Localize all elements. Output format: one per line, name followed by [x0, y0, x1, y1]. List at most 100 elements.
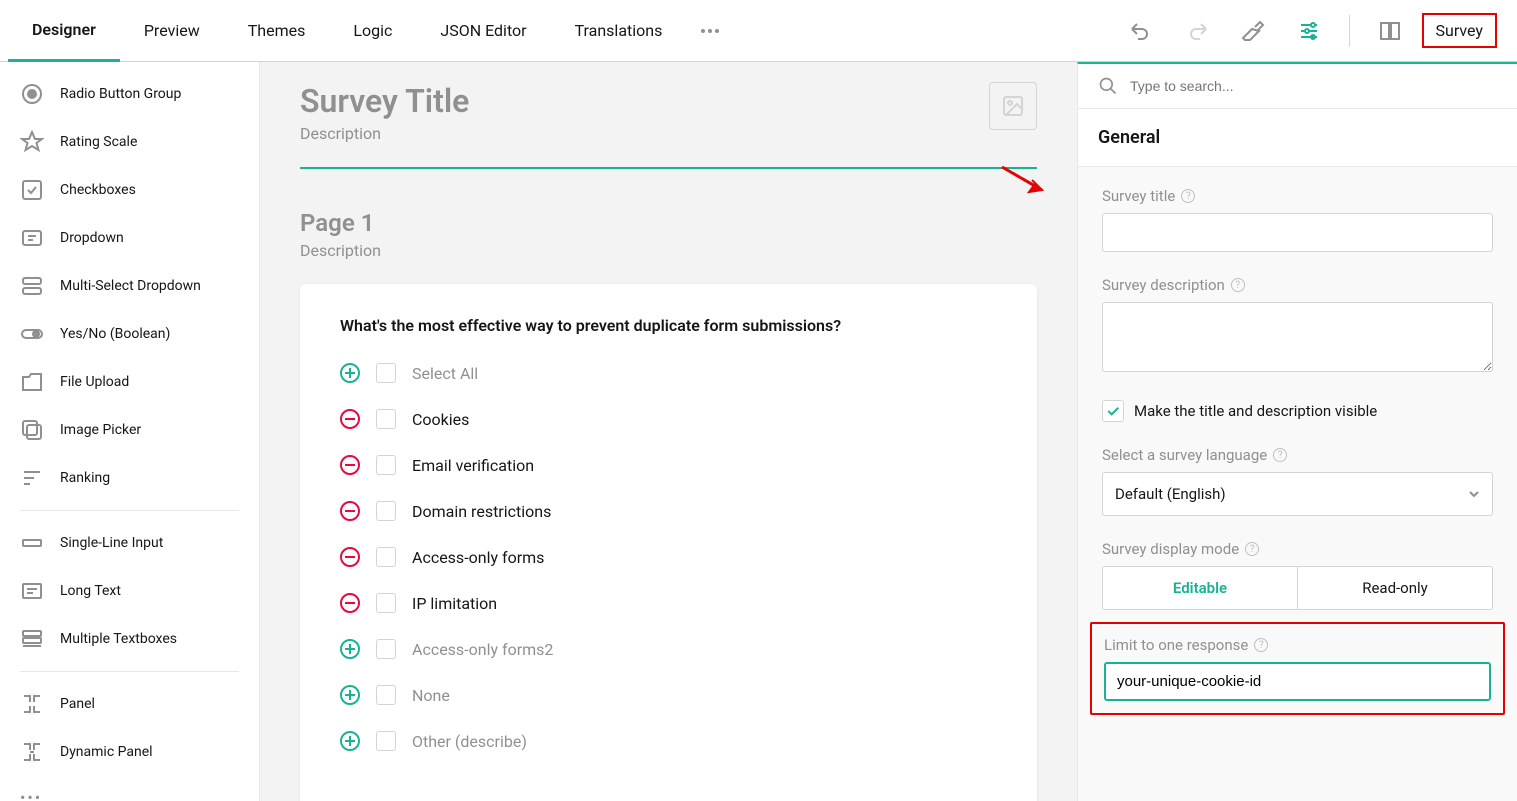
checkbox-label: Make the title and description visible: [1134, 402, 1377, 420]
toolbox-dropdown[interactable]: Dropdown: [0, 214, 259, 262]
toolbox-boolean[interactable]: Yes/No (Boolean): [0, 310, 259, 358]
help-icon[interactable]: ?: [1245, 542, 1259, 556]
option-label[interactable]: Access-only forms2: [412, 640, 553, 659]
toolbox-label: Multi-Select Dropdown: [60, 278, 201, 294]
undo-button[interactable]: [1117, 7, 1165, 55]
toolbox-label: Dropdown: [60, 230, 124, 246]
tab-logic[interactable]: Logic: [329, 0, 416, 62]
checkbox[interactable]: [376, 501, 396, 521]
section-general[interactable]: General: [1078, 109, 1517, 167]
add-choice-button[interactable]: [340, 639, 360, 659]
toolbox-multiselect-dropdown[interactable]: Multi-Select Dropdown: [0, 262, 259, 310]
toolbox-file-upload[interactable]: File Upload: [0, 358, 259, 406]
toolbox-ranking[interactable]: Ranking: [0, 454, 259, 502]
survey-selector-button[interactable]: Survey: [1422, 13, 1497, 48]
help-icon[interactable]: ?: [1231, 278, 1245, 292]
checkbox[interactable]: [376, 593, 396, 613]
page-title[interactable]: Page 1: [300, 209, 1037, 237]
prop-label-description: Survey description?: [1102, 276, 1493, 294]
properties-panel: General Survey title? Survey description…: [1077, 62, 1517, 801]
limit-response-input[interactable]: [1104, 662, 1491, 701]
design-canvas: Survey Title Description Page 1 Descript…: [260, 62, 1077, 801]
enable-select-all-button[interactable]: [340, 363, 360, 383]
help-icon[interactable]: ?: [1254, 638, 1268, 652]
checkbox[interactable]: [376, 685, 396, 705]
settings-button[interactable]: [1285, 7, 1333, 55]
tab-designer[interactable]: Designer: [8, 0, 120, 62]
help-icon[interactable]: ?: [1273, 448, 1287, 462]
divider: [1349, 15, 1350, 47]
question-card[interactable]: What's the most effective way to prevent…: [300, 284, 1037, 801]
toolbox-label: Dynamic Panel: [60, 744, 153, 760]
option-label[interactable]: Access-only forms: [412, 548, 544, 567]
toolbox-label: Radio Button Group: [60, 86, 181, 102]
toolbox-label: Yes/No (Boolean): [60, 326, 170, 342]
toolbox-long-text[interactable]: Long Text: [0, 567, 259, 615]
checkbox[interactable]: [376, 547, 396, 567]
remove-choice-button[interactable]: [340, 409, 360, 429]
toolbox-label: Single-Line Input: [60, 535, 163, 551]
option-label[interactable]: Domain restrictions: [412, 502, 551, 521]
survey-logo-placeholder[interactable]: [989, 82, 1037, 130]
survey-description[interactable]: Description: [300, 124, 469, 143]
page-description[interactable]: Description: [300, 241, 1037, 260]
toolbox-label: Image Picker: [60, 422, 141, 438]
remove-choice-button[interactable]: [340, 455, 360, 475]
toolbox-more[interactable]: •••: [0, 776, 259, 801]
checkbox[interactable]: [376, 409, 396, 429]
toolbox-image-picker[interactable]: Image Picker: [0, 406, 259, 454]
checkbox[interactable]: [376, 731, 396, 751]
check-icon: [1105, 403, 1121, 419]
prop-label-limit-response: Limit to one response?: [1104, 636, 1491, 654]
toolbox-checkboxes[interactable]: Checkboxes: [0, 166, 259, 214]
display-mode-editable[interactable]: Editable: [1103, 567, 1297, 609]
checkbox[interactable]: [376, 455, 396, 475]
toolbox-label: Panel: [60, 696, 95, 712]
survey-title[interactable]: Survey Title: [300, 82, 469, 120]
survey-description-input[interactable]: [1102, 302, 1493, 372]
toolbox-panel: Radio Button Group Rating Scale Checkbox…: [0, 62, 260, 801]
toolbox-label: File Upload: [60, 374, 129, 390]
prop-label-title: Survey title?: [1102, 187, 1493, 205]
remove-choice-button[interactable]: [340, 547, 360, 567]
toolbox-label: Long Text: [60, 583, 121, 599]
prop-label-display-mode: Survey display mode?: [1102, 540, 1493, 558]
checkbox[interactable]: [376, 639, 396, 659]
toolbox-single-line-input[interactable]: Single-Line Input: [0, 519, 259, 567]
display-mode-readonly[interactable]: Read-only: [1297, 567, 1492, 609]
toolbox-dynamic-panel[interactable]: Dynamic Panel: [0, 728, 259, 776]
checkbox[interactable]: [376, 363, 396, 383]
toolbox-radio-button-group[interactable]: Radio Button Group: [0, 70, 259, 118]
toolbox-label: Checkboxes: [60, 182, 136, 198]
tab-preview[interactable]: Preview: [120, 0, 224, 62]
option-label[interactable]: IP limitation: [412, 594, 497, 613]
enable-other-button[interactable]: [340, 731, 360, 751]
remove-choice-button[interactable]: [340, 593, 360, 613]
more-tabs-button[interactable]: [686, 7, 734, 55]
tab-json-editor[interactable]: JSON Editor: [416, 0, 550, 62]
tab-translations[interactable]: Translations: [551, 0, 687, 62]
help-icon[interactable]: ?: [1181, 189, 1195, 203]
top-tabbar: Designer Preview Themes Logic JSON Edito…: [0, 0, 1517, 62]
option-label[interactable]: Email verification: [412, 456, 534, 475]
toolbox-label: Rating Scale: [60, 134, 137, 150]
properties-search-input[interactable]: [1130, 78, 1497, 94]
toolbox-label: Ranking: [60, 470, 110, 486]
search-icon: [1098, 76, 1118, 96]
visible-checkbox[interactable]: Make the title and description visible: [1102, 400, 1493, 422]
enable-none-button[interactable]: [340, 685, 360, 705]
toolbox-panel[interactable]: Panel: [0, 680, 259, 728]
option-label[interactable]: Cookies: [412, 410, 469, 429]
remove-choice-button[interactable]: [340, 501, 360, 521]
redo-button[interactable]: [1173, 7, 1221, 55]
survey-title-input[interactable]: [1102, 213, 1493, 252]
prop-label-language: Select a survey language?: [1102, 446, 1493, 464]
preview-layout-button[interactable]: [1366, 7, 1414, 55]
tab-themes[interactable]: Themes: [224, 0, 330, 62]
erase-button[interactable]: [1229, 7, 1277, 55]
option-label: Other (describe): [412, 732, 527, 751]
question-text[interactable]: What's the most effective way to prevent…: [340, 316, 997, 335]
toolbox-rating-scale[interactable]: Rating Scale: [0, 118, 259, 166]
language-select[interactable]: Default (English): [1102, 472, 1493, 516]
toolbox-multiple-textboxes[interactable]: Multiple Textboxes: [0, 615, 259, 663]
